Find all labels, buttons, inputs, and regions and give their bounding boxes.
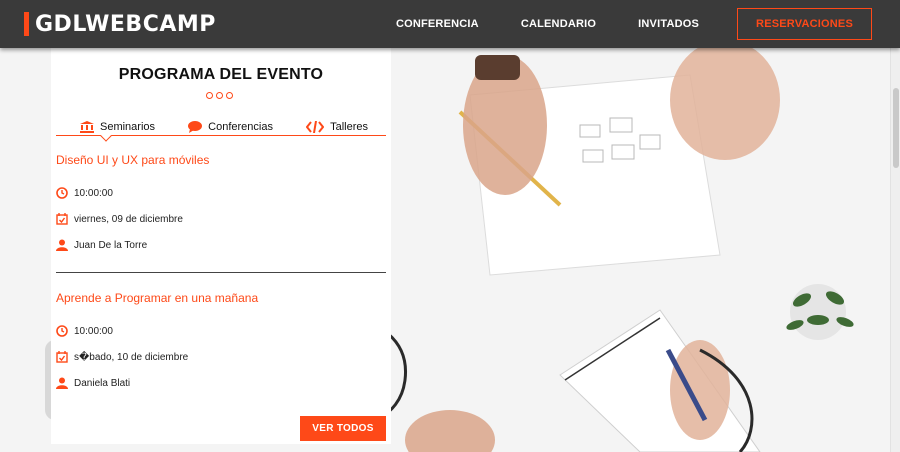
logo[interactable]: GDLWEBCAMP: [24, 10, 216, 38]
program-panel: PROGRAMA DEL EVENTO Seminarios Conferenc…: [51, 48, 391, 444]
tab-conferencias[interactable]: Conferencias: [188, 118, 273, 135]
reservaciones-button[interactable]: RESERVACIONES: [737, 8, 872, 40]
tab-label: Seminarios: [100, 120, 156, 133]
scrollbar[interactable]: [890, 48, 900, 452]
event-title[interactable]: Diseño UI y UX para móviles: [56, 153, 386, 167]
event-date-text: s�bado, 10 de diciembre: [74, 351, 189, 363]
nav-link-calendario[interactable]: CALENDARIO: [521, 18, 596, 30]
nav-link-conferencia[interactable]: CONFERENCIA: [396, 18, 479, 30]
tab-seminarios[interactable]: Seminarios: [80, 118, 155, 135]
event-time-text: 10:00:00: [74, 187, 113, 199]
event-item: Diseño UI y UX para móviles 10:00:00 vie…: [56, 153, 386, 251]
event-item: Aprende a Programar en una mañana 10:00:…: [56, 291, 386, 389]
user-icon: [56, 239, 68, 251]
event-speaker: Daniela Blati: [56, 377, 386, 389]
program-title: PROGRAMA DEL EVENTO: [118, 66, 324, 83]
calendar-check-icon: [56, 213, 68, 225]
tab-label: Conferencias: [208, 120, 273, 133]
ver-todos-button[interactable]: VER TODOS: [300, 416, 386, 441]
nav-link-invitados[interactable]: INVITADOS: [638, 18, 699, 30]
tab-talleres[interactable]: Talleres: [306, 118, 368, 135]
calendar-check-icon: [56, 351, 68, 363]
tab-label: Talleres: [330, 120, 368, 133]
event-speaker-text: Daniela Blati: [74, 377, 131, 389]
event-date: viernes, 09 de diciembre: [56, 213, 386, 225]
event-date: s�bado, 10 de diciembre: [56, 351, 386, 363]
event-date-text: viernes, 09 de diciembre: [74, 213, 183, 225]
speech-bubble-icon: [188, 120, 203, 133]
event-speaker: Juan De la Torre: [56, 239, 386, 251]
event-title[interactable]: Aprende a Programar en una mañana: [56, 291, 386, 305]
clock-icon: [56, 187, 68, 199]
clock-icon: [56, 325, 68, 337]
main-nav: CONFERENCIA CALENDARIO INVITADOS RESERVA…: [354, 8, 872, 40]
event-time-text: 10:00:00: [74, 325, 113, 337]
event-speaker-text: Juan De la Torre: [74, 239, 148, 251]
event-time: 10:00:00: [56, 325, 386, 337]
scrollbar-thumb[interactable]: [893, 88, 899, 168]
event-separator: [56, 272, 386, 273]
logo-text: GDLWEBCAMP: [35, 11, 216, 37]
decorative-dots: [206, 92, 233, 99]
user-icon: [56, 377, 68, 389]
logo-accent-bar: [24, 12, 29, 36]
code-icon: [306, 120, 325, 133]
site-header: GDLWEBCAMP CONFERENCIA CALENDARIO INVITA…: [0, 0, 900, 48]
event-time: 10:00:00: [56, 187, 386, 199]
bank-icon: [80, 120, 94, 133]
